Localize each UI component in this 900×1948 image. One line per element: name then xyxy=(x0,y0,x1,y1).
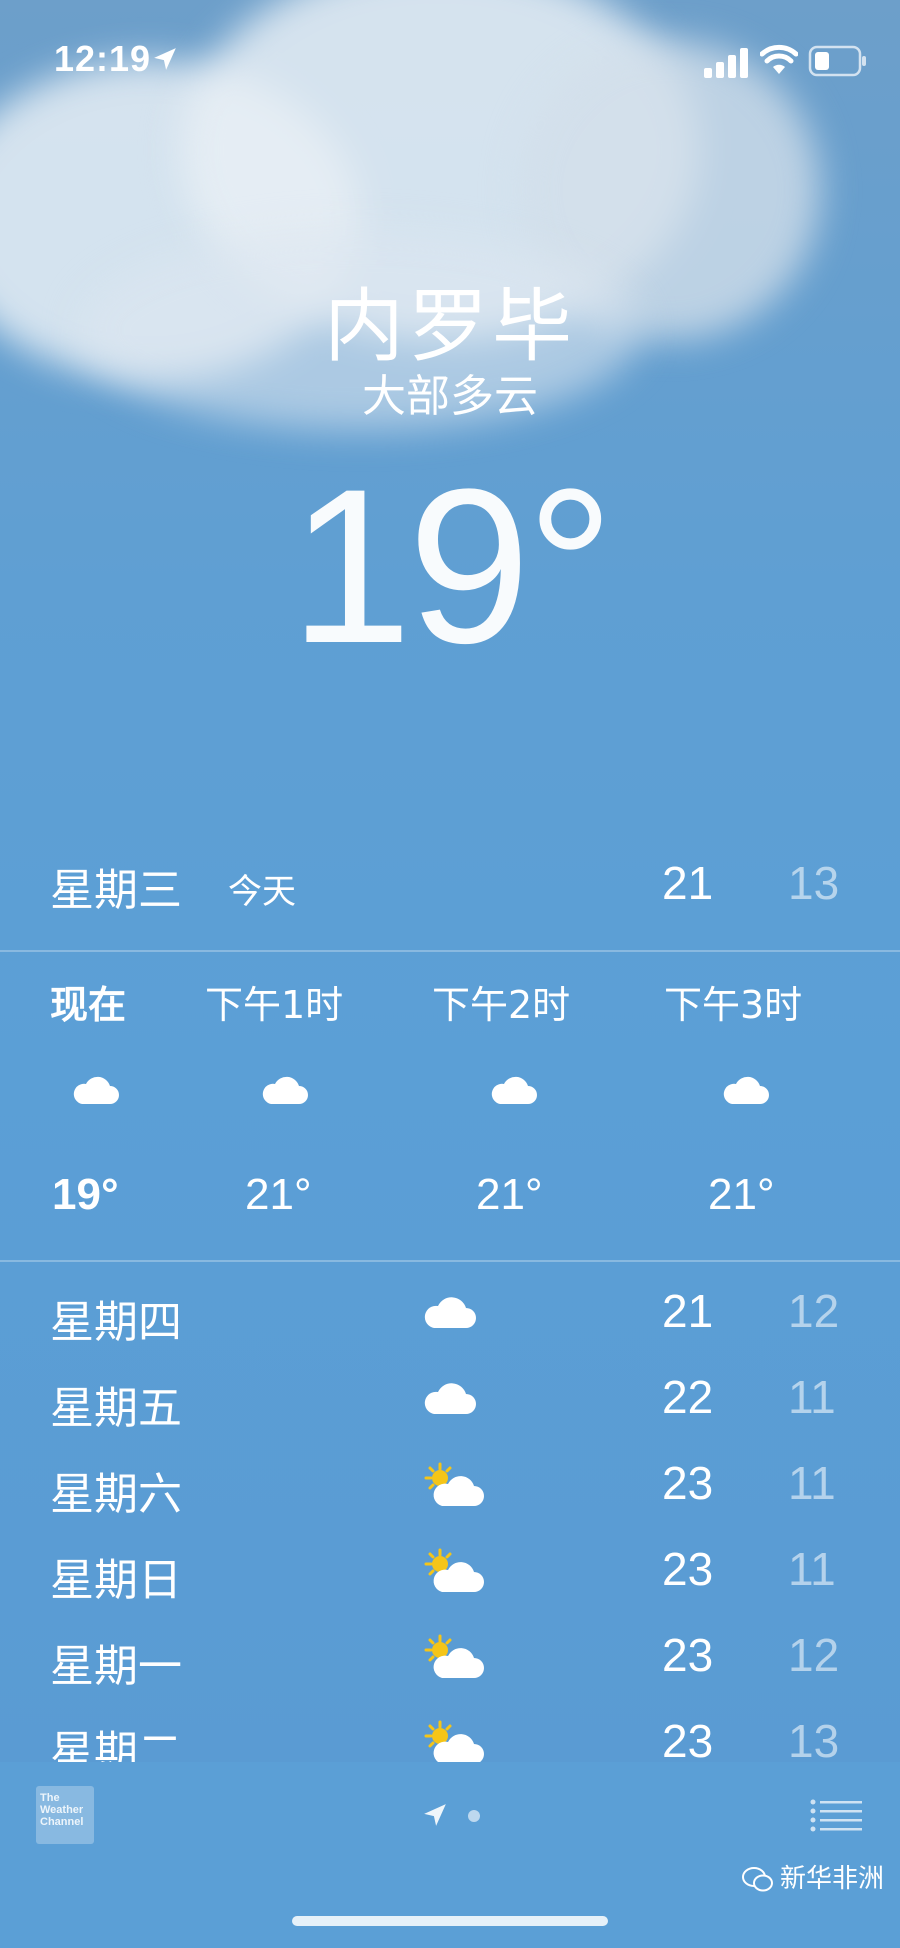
signal-icon xyxy=(704,48,748,78)
daily-row: 星期四 21 12 xyxy=(0,1280,900,1366)
day-name: 星期五 xyxy=(50,1383,182,1434)
location-arrow-icon xyxy=(154,48,176,70)
bottom-toolbar: The Weather Channel 新华非洲 xyxy=(0,1762,900,1948)
city-list-icon[interactable] xyxy=(810,1798,862,1832)
day-name: 星期六 xyxy=(50,1469,182,1520)
cloud-icon xyxy=(424,1383,476,1414)
hour-temp: 21° xyxy=(245,1170,312,1219)
today-summary-row: 星期三 今天 21 13 xyxy=(0,850,900,926)
hour-temp: 19° xyxy=(52,1170,119,1219)
day-high: 23 xyxy=(662,1629,714,1681)
hourly-forecast[interactable]: 现在 19° 下午1时 21° 下午2时 21° 下午3时 21° xyxy=(0,952,900,1252)
today-label: 今天 xyxy=(228,872,296,912)
day-name: 星期日 xyxy=(50,1555,182,1606)
hour-temp: 21° xyxy=(476,1170,543,1219)
cloud-icon xyxy=(73,1076,119,1104)
daily-row: 星期日 23 11 xyxy=(0,1538,900,1624)
cloud-icon xyxy=(424,1297,476,1328)
battery-icon xyxy=(808,45,866,77)
hour-temp: 21° xyxy=(708,1170,775,1219)
current-temperature: 19° xyxy=(289,443,615,689)
day-high: 23 xyxy=(662,1543,714,1595)
day-low: 12 xyxy=(788,1285,840,1337)
daily-row: 星期五 22 11 xyxy=(0,1366,900,1452)
cloud-icon xyxy=(491,1076,537,1104)
day-name: 星期四 xyxy=(50,1297,182,1348)
home-indicator[interactable] xyxy=(292,1916,608,1926)
daily-row: 星期二 23 13 xyxy=(0,1710,900,1762)
partly-sunny-icon xyxy=(424,1548,484,1592)
status-time: 12:19 xyxy=(54,38,152,79)
watermark-text: 新华非洲 xyxy=(780,1864,885,1894)
today-day: 星期三 xyxy=(50,865,182,916)
day-name: 星期二 xyxy=(50,1727,182,1762)
day-name: 星期一 xyxy=(50,1641,182,1692)
day-low: 11 xyxy=(788,1543,836,1595)
day-high: 23 xyxy=(662,1457,714,1509)
today-high: 21 xyxy=(662,857,714,909)
partly-sunny-icon xyxy=(424,1720,484,1762)
partly-sunny-icon xyxy=(424,1462,484,1506)
weather-condition: 大部多云 xyxy=(362,371,538,422)
day-low: 11 xyxy=(788,1371,836,1423)
current-location-icon[interactable] xyxy=(422,1802,448,1828)
hour-label: 现在 xyxy=(50,983,127,1027)
cloud-icon xyxy=(723,1076,769,1104)
hour-label: 下午3时 xyxy=(664,983,803,1027)
day-low: 13 xyxy=(788,1715,840,1762)
daily-row: 星期六 23 11 xyxy=(0,1452,900,1538)
weather-channel-logo[interactable]: The Weather Channel xyxy=(36,1786,94,1844)
partly-sunny-icon xyxy=(424,1634,484,1678)
wifi-icon xyxy=(760,44,798,74)
hour-label: 下午1时 xyxy=(205,983,344,1027)
hour-label: 下午2时 xyxy=(432,983,571,1027)
day-high: 23 xyxy=(662,1715,714,1762)
daily-row: 星期一 23 12 xyxy=(0,1624,900,1710)
daily-forecast[interactable]: 星期四 21 12 星期五 22 11 星期六 23 11 星期日 23 11 … xyxy=(0,1280,900,1762)
watermark: 新华非洲 xyxy=(742,1858,884,1895)
divider xyxy=(0,1260,900,1262)
cloud-icon xyxy=(262,1076,308,1104)
day-low: 11 xyxy=(788,1457,836,1509)
day-low: 12 xyxy=(788,1629,840,1681)
page-indicator-dot[interactable] xyxy=(468,1810,480,1822)
day-high: 21 xyxy=(662,1285,714,1337)
wechat-icon xyxy=(742,1866,773,1891)
status-bar: 12:19 xyxy=(0,30,900,90)
today-low: 13 xyxy=(788,857,840,909)
day-high: 22 xyxy=(662,1371,714,1423)
